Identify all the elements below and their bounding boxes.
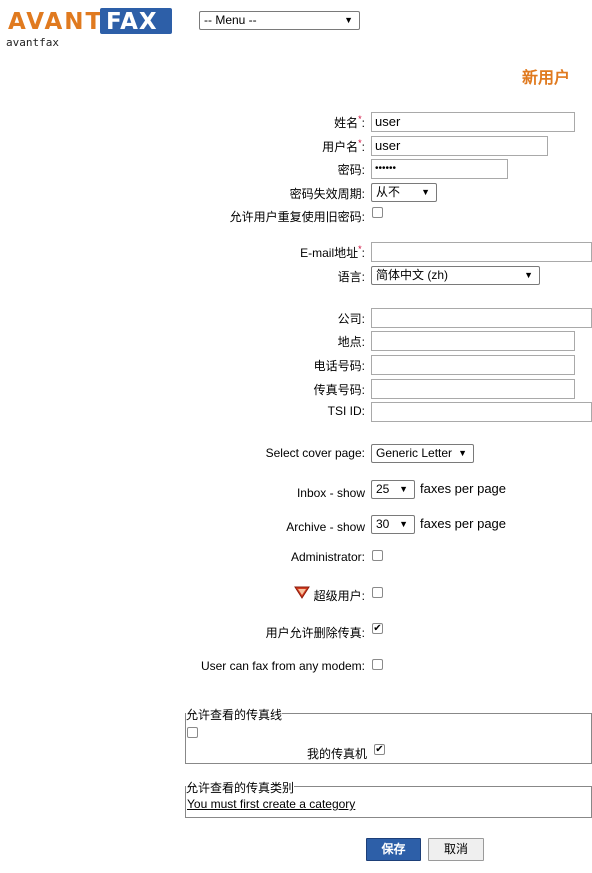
save-button[interactable]: 保存	[366, 838, 421, 861]
main-menu-value: -- Menu --	[204, 13, 257, 27]
main-menu-select[interactable]: -- Menu -- ▼	[199, 11, 360, 30]
logo-text-fax: FAX	[106, 9, 158, 35]
cancel-button[interactable]: 取消	[428, 838, 484, 861]
administrator-checkbox[interactable]	[372, 550, 383, 561]
chevron-down-icon: ▼	[458, 448, 467, 458]
archive-per-page-value: 30	[376, 517, 390, 531]
password-input[interactable]: ••••••	[371, 159, 508, 179]
cover-page-select[interactable]: Generic Letter ▼	[371, 444, 474, 463]
expiry-label: 密码失效周期:	[289, 187, 365, 201]
chevron-down-icon: ▼	[399, 484, 408, 494]
fax-number-input[interactable]	[371, 379, 575, 399]
inbox-per-page-value: 25	[376, 482, 390, 496]
administrator-label: Administrator:	[290, 550, 365, 564]
password-expiry-value: 从不	[376, 185, 401, 199]
inbox-per-page-suffix: faxes per page	[420, 481, 507, 496]
inbox-per-page-select[interactable]: 25 ▼	[371, 480, 415, 499]
avantfax-logo: AVANT FAX	[6, 6, 174, 36]
email-label: E-mail地址*:	[300, 244, 365, 260]
delete-faxes-label: 用户允许删除传真:	[265, 626, 365, 640]
phone-input[interactable]	[371, 355, 575, 375]
chevron-down-icon: ▼	[399, 519, 408, 529]
chevron-down-icon: ▼	[344, 15, 353, 25]
chevron-down-icon: ▼	[524, 270, 533, 280]
archive-per-page-suffix: faxes per page	[420, 516, 507, 531]
chevron-down-icon: ▼	[421, 187, 430, 197]
page-title: 新用户	[521, 70, 570, 87]
logo-caption: avantfax	[6, 36, 59, 49]
company-label: 公司:	[337, 312, 365, 326]
logo-text-avant: AVANT	[8, 9, 103, 35]
location-input[interactable]	[371, 331, 575, 351]
fax-lines-legend: 允许查看的传真线	[186, 706, 283, 723]
email-input[interactable]	[371, 242, 592, 262]
cover-page-label: Select cover page:	[265, 446, 365, 460]
location-label: 地点:	[337, 335, 365, 349]
reuse-password-checkbox[interactable]	[372, 207, 383, 218]
reuse-password-label: 允许用户重复使用旧密码:	[229, 210, 365, 224]
company-input[interactable]	[371, 308, 592, 328]
create-category-link[interactable]: You must first create a category	[187, 797, 355, 811]
archive-per-page-select[interactable]: 30 ▼	[371, 515, 415, 534]
archive-show-label: Archive - show	[286, 520, 365, 534]
name-input[interactable]: user	[371, 112, 575, 132]
password-expiry-select[interactable]: 从不 ▼	[371, 183, 437, 202]
superuser-badge-icon	[294, 586, 310, 599]
fax-number-label: 传真号码:	[313, 383, 365, 397]
my-fax-label: 我的传真机	[306, 747, 367, 761]
phone-label: 电话号码:	[313, 359, 365, 373]
name-label: 姓名*:	[334, 114, 365, 130]
any-modem-label: User can fax from any modem:	[200, 659, 365, 673]
password-label: 密码:	[337, 163, 365, 177]
superuser-checkbox[interactable]	[372, 587, 383, 598]
delete-faxes-checkbox[interactable]: ✔	[372, 623, 383, 634]
tsi-input[interactable]	[371, 402, 592, 422]
tsi-label: TSI ID:	[327, 404, 365, 418]
superuser-label: 超级用户:	[313, 589, 365, 603]
username-label: 用户名*:	[322, 138, 365, 154]
inbox-show-label: Inbox - show	[296, 486, 365, 500]
language-label: 语言:	[337, 270, 365, 284]
my-fax-checkbox[interactable]: ✔	[374, 744, 385, 755]
any-modem-checkbox[interactable]	[372, 659, 383, 670]
cover-page-value: Generic Letter	[376, 446, 453, 460]
language-value: 简体中文 (zh)	[376, 268, 449, 282]
language-select[interactable]: 简体中文 (zh) ▼	[371, 266, 540, 285]
username-input[interactable]: user	[371, 136, 548, 156]
categories-legend: 允许查看的传真类别	[186, 779, 295, 796]
fax-lines-all-checkbox[interactable]	[187, 727, 198, 738]
